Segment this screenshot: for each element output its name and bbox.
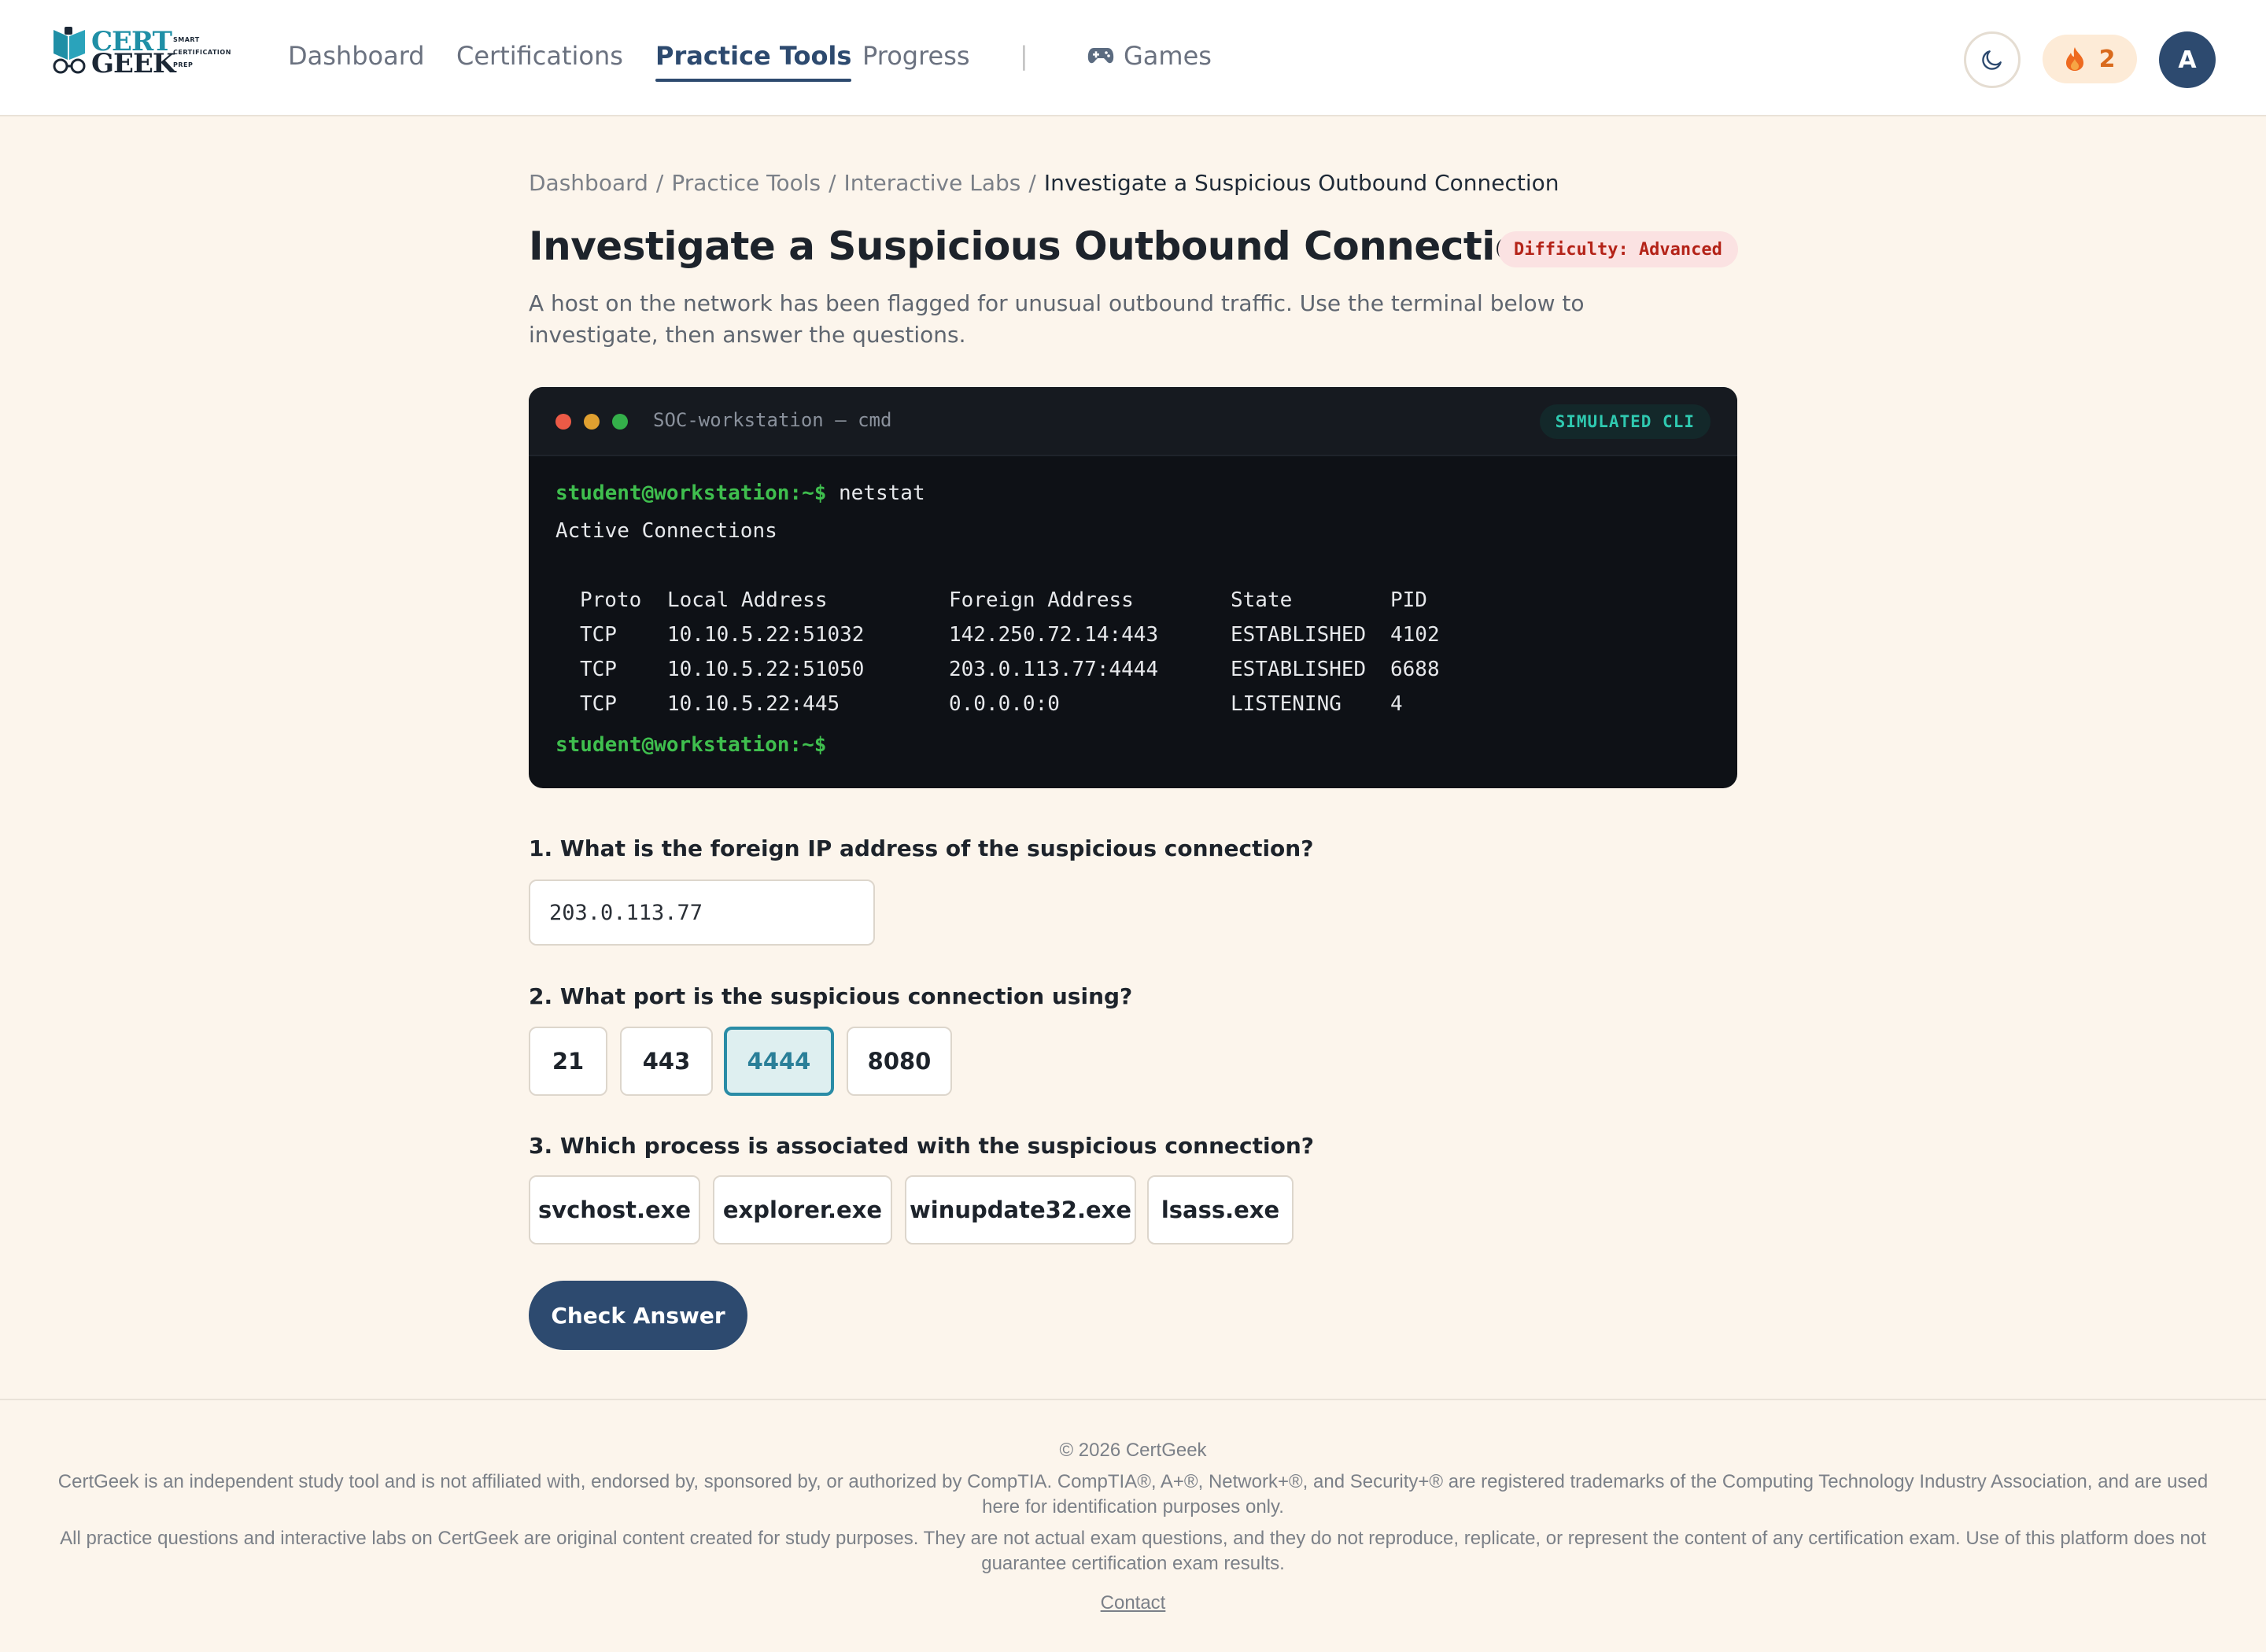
- netstat-cell: 10.10.5.22:51032: [667, 623, 865, 647]
- close-dot-icon: [555, 414, 571, 430]
- nav-dashboard[interactable]: Dashboard: [288, 41, 425, 71]
- process-option-explorer[interactable]: explorer.exe: [713, 1175, 892, 1245]
- netstat-cell: LISTENING: [1231, 692, 1342, 716]
- breadcrumb-separator: /: [655, 170, 664, 196]
- question-1-answer-input[interactable]: [529, 879, 875, 946]
- moon-icon: [1982, 50, 2002, 70]
- streak-count: 2: [2098, 45, 2116, 73]
- footer-trademark-disclaimer: CertGeek is an independent study tool an…: [57, 1471, 2209, 1517]
- netstat-cell: 203.0.113.77:4444: [949, 658, 1159, 681]
- logo-tagline-2: CERTIFICATION: [173, 49, 231, 56]
- terminal-command: netstat: [826, 481, 925, 505]
- certgeek-logo[interactable]: CERT GEEK SMART CERTIFICATION PREP: [50, 25, 239, 79]
- process-option-lsass[interactable]: lsass.exe: [1147, 1175, 1294, 1245]
- terminal-prompt: student@workstation:~$: [555, 481, 827, 505]
- breadcrumb-practice-tools[interactable]: Practice Tools: [671, 170, 821, 196]
- nav-practice-tools[interactable]: Practice Tools: [655, 41, 852, 82]
- minimize-dot-icon: [584, 414, 600, 430]
- netstat-cell: 142.250.72.14:443: [949, 623, 1159, 647]
- breadcrumb-interactive-labs[interactable]: Interactive Labs: [844, 170, 1021, 196]
- netstat-cell: 0.0.0.0:0: [949, 692, 1060, 716]
- netstat-col-proto: Proto: [580, 588, 642, 612]
- flame-icon: [2065, 47, 2083, 71]
- breadcrumb-separator: /: [829, 170, 836, 196]
- breadcrumb-separator: /: [1028, 170, 1036, 196]
- port-option-21[interactable]: 21: [529, 1027, 607, 1096]
- footer-contact-wrap: Contact: [50, 1591, 2216, 1616]
- netstat-cell: 4102: [1390, 623, 1440, 647]
- question-2-label: 2. What port is the suspicious connectio…: [529, 983, 1133, 1009]
- netstat-cell: 10.10.5.22:445: [667, 692, 840, 716]
- terminal-title: SOC-workstation — cmd: [653, 409, 892, 431]
- terminal-prompt: student@workstation:~$: [555, 733, 827, 757]
- footer-copyright: © 2026 CertGeek: [1059, 1440, 1207, 1461]
- logo-tagline-1: SMART: [173, 36, 200, 43]
- port-option-443[interactable]: 443: [620, 1027, 713, 1096]
- nav-games-label: Games: [1124, 41, 1212, 71]
- difficulty-badge: Difficulty: Advanced: [1498, 231, 1738, 267]
- simulated-cli-badge: SIMULATED CLI: [1539, 404, 1711, 439]
- logo-word-geek: GEEK: [91, 48, 175, 79]
- netstat-cell: ESTABLISHED: [1231, 623, 1367, 647]
- check-answer-button[interactable]: Check Answer: [529, 1281, 747, 1350]
- terminal-title-bar: SOC-workstation — cmd SIMULATED CLI: [529, 387, 1737, 456]
- netstat-col-pid: PID: [1390, 588, 1427, 612]
- terminal-window[interactable]: SOC-workstation — cmd SIMULATED CLI stud…: [529, 387, 1737, 788]
- breadcrumb: Dashboard / Practice Tools / Interactive Lab…: [529, 170, 1559, 196]
- netstat-cell: 4: [1390, 692, 1403, 716]
- netstat-cell: 10.10.5.22:51050: [667, 658, 865, 681]
- netstat-col-local: Local Address: [667, 588, 828, 612]
- netstat-cell: 6688: [1390, 658, 1440, 681]
- terminal-output: student@workstation:~$ netstat Active Co…: [555, 481, 1440, 788]
- streak-counter[interactable]: 2: [2043, 35, 2137, 83]
- geek-mascot-icon: [53, 27, 86, 74]
- page-footer: © 2026 CertGeek CertGeek is an independe…: [0, 1399, 2266, 1652]
- process-option-winupdate32[interactable]: winupdate32.exe: [905, 1175, 1136, 1245]
- port-option-4444[interactable]: 4444: [724, 1027, 834, 1096]
- theme-toggle-button[interactable]: [1964, 31, 2021, 88]
- footer-contact-link[interactable]: Contact: [1101, 1592, 1166, 1613]
- nav-certifications[interactable]: Certifications: [456, 41, 623, 71]
- terminal-output-heading: Active Connections: [555, 519, 777, 543]
- user-avatar[interactable]: A: [2159, 31, 2216, 88]
- netstat-col-foreign: Foreign Address: [949, 588, 1134, 612]
- nav-progress[interactable]: Progress: [862, 41, 970, 71]
- nav-separator: |: [1020, 41, 1028, 71]
- top-header: CERT GEEK SMART CERTIFICATION PREP Dashb…: [0, 0, 2266, 116]
- breadcrumb-dashboard[interactable]: Dashboard: [529, 170, 648, 196]
- lab-description: A host on the network has been flagged f…: [529, 290, 1585, 348]
- footer-content-disclaimer: All practice questions and interactive l…: [60, 1528, 2206, 1574]
- terminal-command-line: student@workstation:~$ netstat: [555, 481, 925, 505]
- question-3-label: 3. Which process is associated with the …: [529, 1133, 1315, 1159]
- netstat-cell: TCP: [580, 623, 617, 647]
- terminal-final-prompt-line[interactable]: student@workstation:~$: [555, 733, 826, 757]
- netstat-cell: TCP: [580, 658, 617, 681]
- logo-tagline-3: PREP: [173, 61, 194, 68]
- netstat-cell: TCP: [580, 692, 617, 716]
- page-title: Investigate a Suspicious Outbound Connec…: [529, 223, 1549, 269]
- breadcrumb-current: Investigate a Suspicious Outbound Connec…: [1043, 170, 1559, 196]
- maximize-dot-icon: [612, 414, 628, 430]
- netstat-col-state: State: [1231, 588, 1293, 612]
- question-1-label: 1. What is the foreign IP address of the…: [529, 835, 1314, 861]
- nav-games[interactable]: Games: [1087, 41, 1212, 71]
- port-option-8080[interactable]: 8080: [847, 1027, 952, 1096]
- netstat-cell: ESTABLISHED: [1231, 658, 1367, 681]
- process-option-svchost[interactable]: svchost.exe: [529, 1175, 700, 1245]
- gamepad-icon: [1087, 48, 1114, 64]
